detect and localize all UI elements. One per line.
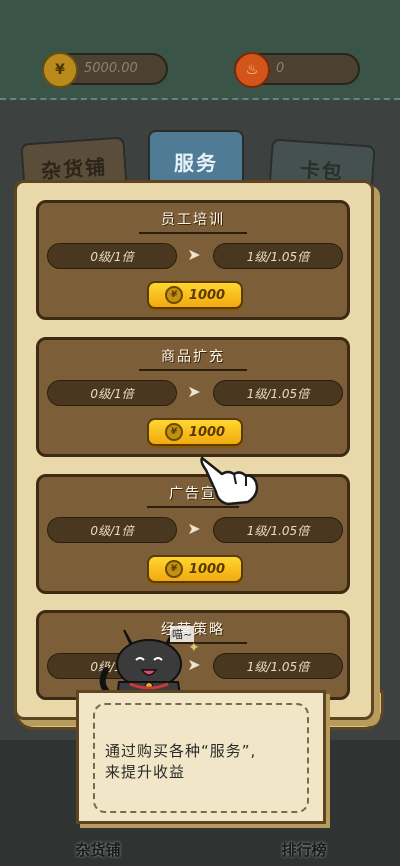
fire-icon: ♨ bbox=[234, 52, 270, 88]
fire-counter: ♨ 0 bbox=[234, 52, 360, 88]
next-level: 1级/1.05倍 bbox=[213, 243, 343, 269]
cat-meow: 喵~ bbox=[170, 626, 195, 642]
coin-value: 5000.00 bbox=[84, 61, 138, 76]
arrow-right-icon: ➤ bbox=[187, 382, 201, 401]
dialog-frame: 通过购买各种“服务”, 来提升收益 bbox=[93, 703, 309, 813]
coin-icon: ¥ bbox=[42, 52, 78, 88]
card-title: 员工培训 bbox=[139, 209, 247, 234]
buy-price: 1000 bbox=[188, 424, 226, 440]
sparkle-icon: ✦ bbox=[188, 640, 200, 656]
buy-price: 1000 bbox=[188, 561, 226, 577]
tutorial-dialog[interactable]: 通过购买各种“服务”, 来提升收益 bbox=[76, 690, 326, 824]
buy-button[interactable]: ¥ 1000 bbox=[147, 281, 243, 309]
bottom-nav-ranking[interactable]: 排行榜 bbox=[256, 820, 352, 860]
service-card-advertising: 广告宣 0级/1倍 ➤ 1级/1.05倍 ¥ 1000 bbox=[36, 474, 350, 594]
coin-icon: ¥ bbox=[164, 286, 183, 304]
bottom-nav-store[interactable]: 杂货铺 bbox=[50, 820, 146, 860]
current-level: 0级/1倍 bbox=[47, 243, 177, 269]
next-level: 1级/1.05倍 bbox=[213, 380, 343, 406]
current-level: 0级/1倍 bbox=[47, 380, 177, 406]
next-level: 1级/1.05倍 bbox=[213, 517, 343, 543]
tutorial-line-2: 来提升收益 bbox=[105, 763, 186, 781]
coin-icon: ¥ bbox=[164, 560, 183, 578]
tutorial-text: 通过购买各种“服务”, 来提升收益 bbox=[105, 741, 305, 783]
coin-counter: ¥ 5000.00 bbox=[42, 52, 168, 88]
buy-button[interactable]: ¥ 1000 bbox=[147, 418, 243, 446]
card-title: 商品扩充 bbox=[139, 346, 247, 371]
coin-icon: ¥ bbox=[164, 423, 183, 441]
buy-button[interactable]: ¥ 1000 bbox=[147, 555, 243, 583]
next-level: 1级/1.05倍 bbox=[213, 653, 343, 679]
arrow-right-icon: ➤ bbox=[187, 519, 201, 538]
pointing-hand-icon bbox=[200, 456, 259, 506]
service-card-expansion: 商品扩充 0级/1倍 ➤ 1级/1.05倍 ¥ 1000 bbox=[36, 337, 350, 457]
arrow-right-icon: ➤ bbox=[187, 245, 201, 264]
service-card-training: 员工培训 0级/1倍 ➤ 1级/1.05倍 ¥ 1000 bbox=[36, 200, 350, 320]
current-level: 0级/1倍 bbox=[47, 517, 177, 543]
buy-price: 1000 bbox=[188, 287, 226, 303]
tutorial-line-1: 通过购买各种“服务”, bbox=[105, 742, 257, 760]
fire-value: 0 bbox=[276, 61, 285, 76]
top-bar: ¥ 5000.00 ♨ 0 bbox=[0, 0, 400, 100]
